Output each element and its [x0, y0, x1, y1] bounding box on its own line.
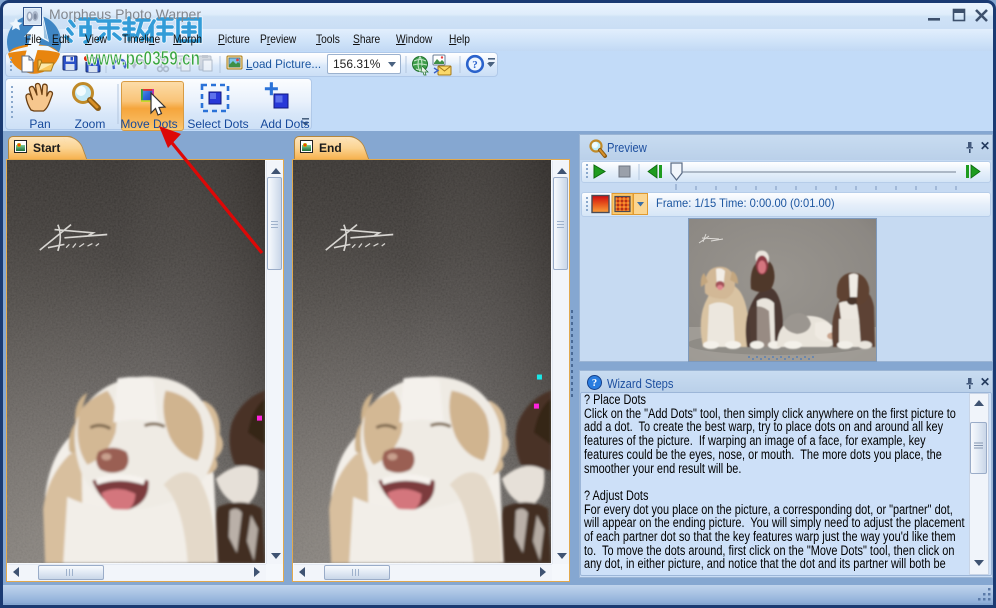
svg-text:?: ?: [592, 378, 597, 389]
svg-text:www.pc0359.cn: www.pc0359.cn: [85, 48, 200, 70]
svg-text:?: ?: [472, 59, 478, 71]
